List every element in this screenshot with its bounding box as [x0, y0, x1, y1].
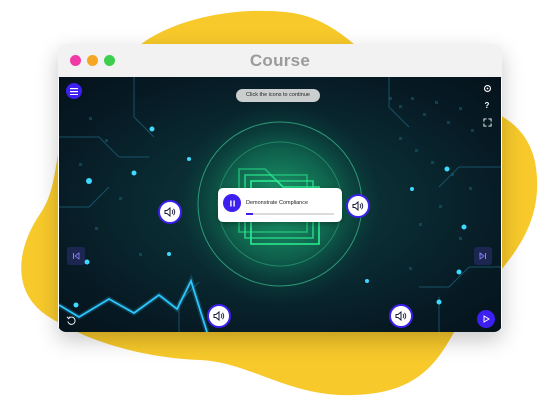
skip-forward-icon — [479, 252, 486, 260]
audio-hotspot-button[interactable] — [389, 304, 413, 328]
progress-fill — [246, 213, 254, 215]
expand-icon — [482, 117, 492, 127]
window-title: Course — [249, 51, 311, 70]
previous-slide-button[interactable] — [67, 247, 85, 265]
speaker-icon — [395, 311, 407, 321]
replay-icon — [66, 315, 76, 325]
progress-card: Demonstrate Compliance — [218, 188, 342, 222]
pause-button[interactable] — [223, 194, 241, 212]
question-icon: ? — [484, 100, 490, 110]
course-stage: Click the icons to continue ? Demonstrat… — [59, 77, 501, 332]
speaker-icon — [352, 201, 364, 211]
speaker-icon — [213, 311, 225, 321]
play-button[interactable] — [477, 310, 495, 328]
fullscreen-button[interactable] — [480, 115, 494, 129]
hamburger-icon — [70, 87, 78, 95]
progress-label: Demonstrate Compliance — [246, 200, 309, 206]
gear-icon — [483, 84, 491, 92]
skip-back-icon — [73, 252, 80, 260]
audio-hotspot-button[interactable] — [346, 194, 370, 218]
settings-button[interactable] — [480, 81, 494, 95]
help-button[interactable]: ? — [480, 98, 494, 112]
play-icon — [483, 315, 490, 323]
pause-icon — [229, 200, 235, 206]
title-bar: Course — [58, 44, 502, 78]
audio-hotspot-button[interactable] — [207, 304, 231, 328]
menu-button[interactable] — [66, 83, 82, 99]
next-slide-button[interactable] — [474, 247, 492, 265]
speaker-icon — [164, 207, 176, 217]
course-window: Course Click the icons to continue ? Dem… — [58, 44, 502, 332]
audio-hotspot-button[interactable] — [158, 200, 182, 224]
instruction-toast: Click the icons to continue — [236, 89, 320, 102]
replay-button[interactable] — [64, 313, 78, 327]
progress-track — [246, 213, 334, 215]
